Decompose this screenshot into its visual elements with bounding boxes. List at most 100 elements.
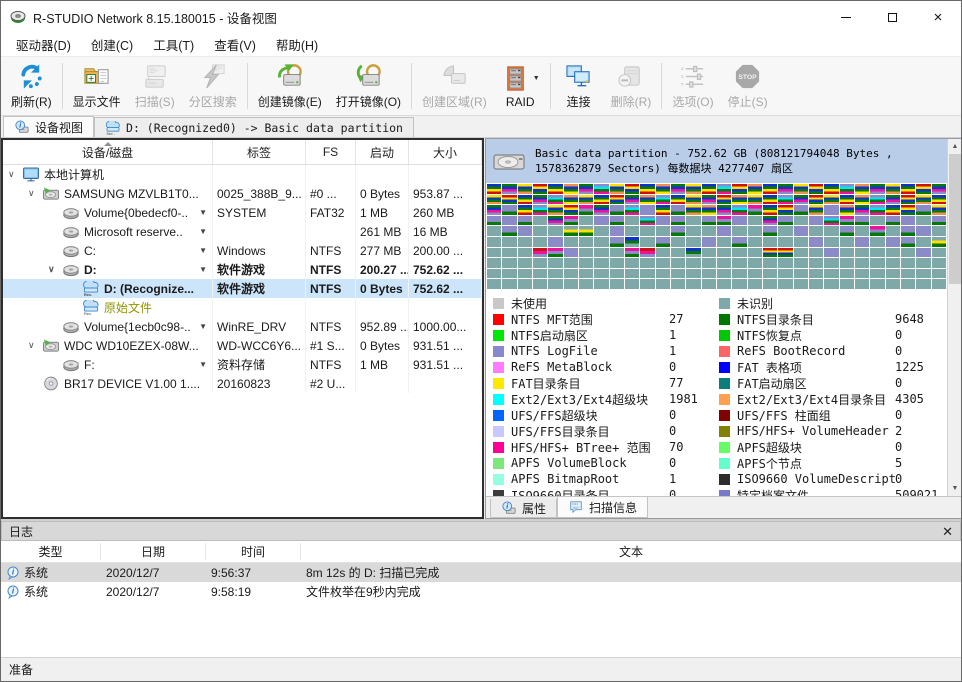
collapse-chevron-icon[interactable]: ∨ bbox=[8, 169, 22, 180]
tree-row[interactable]: C:▼WindowsNTFS277 MB200.00 ... bbox=[3, 241, 482, 260]
block-cell bbox=[840, 269, 854, 279]
toolbar-button-partition-search: 分区搜索 bbox=[182, 59, 244, 113]
block-cell bbox=[579, 216, 593, 226]
tree-cell-boot: 0 Bytes bbox=[356, 279, 409, 298]
legend-label: NTFS目录条目 bbox=[737, 311, 895, 328]
tree-row[interactable]: Rec.D: (Recognize...软件游戏NTFS0 Bytes752.6… bbox=[3, 279, 482, 298]
tree-row[interactable]: ∨本地计算机 bbox=[3, 165, 482, 184]
scrollbar-up-arrow-icon[interactable]: ▲ bbox=[948, 139, 962, 154]
mount-dropdown-icon[interactable]: ▼ bbox=[199, 227, 210, 236]
create-region-icon bbox=[440, 62, 469, 91]
tree-cell-label bbox=[213, 298, 306, 317]
log-column-header-1[interactable]: 日期 bbox=[101, 543, 206, 560]
mount-dropdown-icon[interactable]: ▼ bbox=[199, 322, 210, 331]
toolbar-button-refresh[interactable]: 刷新(R) bbox=[4, 59, 59, 113]
legend-item: NTFS MFT范围27 bbox=[493, 311, 719, 327]
toolbar-button-raid[interactable]: ▼RAID bbox=[494, 59, 547, 113]
block-cell bbox=[640, 226, 654, 236]
toolbar-button-connect[interactable]: 连接 bbox=[554, 59, 604, 113]
tree-row[interactable]: BR17 DEVICE V1.00 1....20160823#2 U... bbox=[3, 374, 482, 393]
scan-scrollbar[interactable]: ▲ ▼ bbox=[947, 139, 962, 496]
mount-dropdown-icon[interactable]: ▼ bbox=[199, 208, 210, 217]
log-column-header-2[interactable]: 时间 bbox=[206, 543, 301, 560]
toolbar-button-create-image[interactable]: 创建镜像(E) bbox=[251, 59, 329, 113]
block-cell bbox=[640, 237, 654, 247]
tree-row[interactable]: Volume{1ecb0c98-..▼WinRE_DRVNTFS952.89 .… bbox=[3, 317, 482, 336]
block-cell bbox=[916, 269, 930, 279]
toolbar-button-show-files[interactable]: 显示文件 bbox=[66, 59, 128, 113]
tree-row[interactable]: ∨SAMSUNG MZVLB1T0...0025_388B_9...#0 ...… bbox=[3, 184, 482, 203]
tree-row[interactable]: Microsoft reserve..▼261 MB16 MB bbox=[3, 222, 482, 241]
dropdown-arrow-icon[interactable]: ▼ bbox=[533, 75, 540, 82]
computer-icon bbox=[22, 167, 40, 182]
block-cell bbox=[932, 248, 946, 258]
toolbar-button-stop: STOP停止(S) bbox=[721, 59, 775, 113]
tree-item-label: D: (Recognize... bbox=[104, 282, 194, 296]
tree-row[interactable]: Rec.原始文件 bbox=[3, 298, 482, 317]
mount-dropdown-icon[interactable]: ▼ bbox=[199, 246, 210, 255]
close-button[interactable]: × bbox=[915, 1, 961, 33]
block-cell bbox=[870, 184, 884, 194]
legend-item: FAT 表格项1225 bbox=[719, 359, 945, 375]
block-cell bbox=[778, 216, 792, 226]
scan-tab-properties[interactable]: i属性 bbox=[490, 499, 557, 518]
tree-row[interactable]: ∨D:▼软件游戏NTFS200.27 ...752.62 ... bbox=[3, 260, 482, 279]
tree-column-header-0[interactable]: 设备/磁盘 bbox=[3, 140, 213, 164]
block-cell bbox=[778, 226, 792, 236]
legend-label: Ext2/Ext3/Ext4超级块 bbox=[511, 391, 669, 408]
legend-label: ReFS BootRecord bbox=[737, 344, 895, 358]
tree-column-header-1[interactable]: 标签 bbox=[213, 140, 306, 164]
tree-column-label: 设备/磁盘 bbox=[82, 144, 133, 161]
tree-row[interactable]: F:▼资料存储NTFS1 MB931.51 ... bbox=[3, 355, 482, 374]
mount-dropdown-icon[interactable]: ▼ bbox=[199, 265, 210, 274]
legend-value: 1 bbox=[669, 344, 719, 358]
legend-value: 0 bbox=[895, 328, 945, 342]
collapse-chevron-icon[interactable]: ∨ bbox=[28, 188, 42, 199]
scrollbar-thumb[interactable] bbox=[949, 154, 961, 284]
legend-value: 0 bbox=[895, 344, 945, 358]
log-close-icon[interactable]: ✕ bbox=[942, 525, 953, 538]
menu-item-drives[interactable]: 驱动器(D) bbox=[6, 32, 81, 57]
log-row[interactable]: i系统2020/12/79:58:19文件枚举在9秒内完成 bbox=[1, 582, 961, 601]
scan-tab-scan-info[interactable]: 扫描信息 bbox=[557, 497, 648, 518]
toolbar-button-create-region-top bbox=[440, 62, 469, 91]
tree-column-header-4[interactable]: 大小 bbox=[409, 140, 482, 164]
log-column-header-3[interactable]: 文本 bbox=[301, 543, 961, 560]
scan-partition-text: Basic data partition - 752.62 GB (808121… bbox=[535, 146, 942, 177]
tree-row[interactable]: ∨WDC WD10EZEX-08W...WD-WCC6Y6...#1 S...0… bbox=[3, 336, 482, 355]
maximize-button[interactable] bbox=[869, 1, 915, 33]
toolbar-separator bbox=[661, 63, 662, 109]
block-cell bbox=[594, 279, 608, 289]
hdd-icon bbox=[42, 338, 60, 353]
block-cell bbox=[564, 205, 578, 215]
tree-column-header-2[interactable]: FS bbox=[306, 140, 356, 164]
menu-item-help[interactable]: 帮助(H) bbox=[266, 32, 328, 57]
log-column-header-0[interactable]: 类型 bbox=[1, 543, 101, 560]
scrollbar-down-arrow-icon[interactable]: ▼ bbox=[948, 481, 962, 496]
legend-color-swatch bbox=[493, 458, 504, 469]
toolbar-button-open-image[interactable]: 打开镜像(O) bbox=[329, 59, 408, 113]
block-cell bbox=[594, 205, 608, 215]
block-cell bbox=[502, 279, 516, 289]
tab-device-view[interactable]: i设备视图 bbox=[3, 116, 94, 137]
block-cell bbox=[794, 237, 808, 247]
menu-item-view[interactable]: 查看(V) bbox=[204, 32, 266, 57]
scan-block-map[interactable] bbox=[486, 183, 947, 290]
block-cell bbox=[625, 216, 639, 226]
log-row[interactable]: i系统2020/12/79:56:378m 12s 的 D: 扫描已完成 bbox=[1, 563, 961, 582]
collapse-chevron-icon[interactable]: ∨ bbox=[48, 264, 62, 275]
menu-item-create[interactable]: 创建(C) bbox=[81, 32, 143, 57]
legend-color-swatch bbox=[493, 410, 504, 421]
collapse-chevron-icon[interactable]: ∨ bbox=[28, 340, 42, 351]
menu-item-tools[interactable]: 工具(T) bbox=[143, 32, 204, 57]
block-cell bbox=[901, 226, 915, 236]
tree-column-header-3[interactable]: 启动 bbox=[356, 140, 409, 164]
tab-recognized-partition[interactable]: Rec.D: (Recognized0) -> Basic data parti… bbox=[94, 117, 414, 137]
tree-row[interactable]: Volume{0bedecf0-..▼SYSTEMFAT321 MB260 MB bbox=[3, 203, 482, 222]
tree-cell-boot: 261 MB bbox=[356, 222, 409, 241]
block-cell bbox=[870, 248, 884, 258]
toolbar-button-partition-search-top bbox=[198, 62, 227, 91]
mount-dropdown-icon[interactable]: ▼ bbox=[199, 360, 210, 369]
minimize-button[interactable] bbox=[823, 1, 869, 33]
block-cell bbox=[932, 279, 946, 289]
